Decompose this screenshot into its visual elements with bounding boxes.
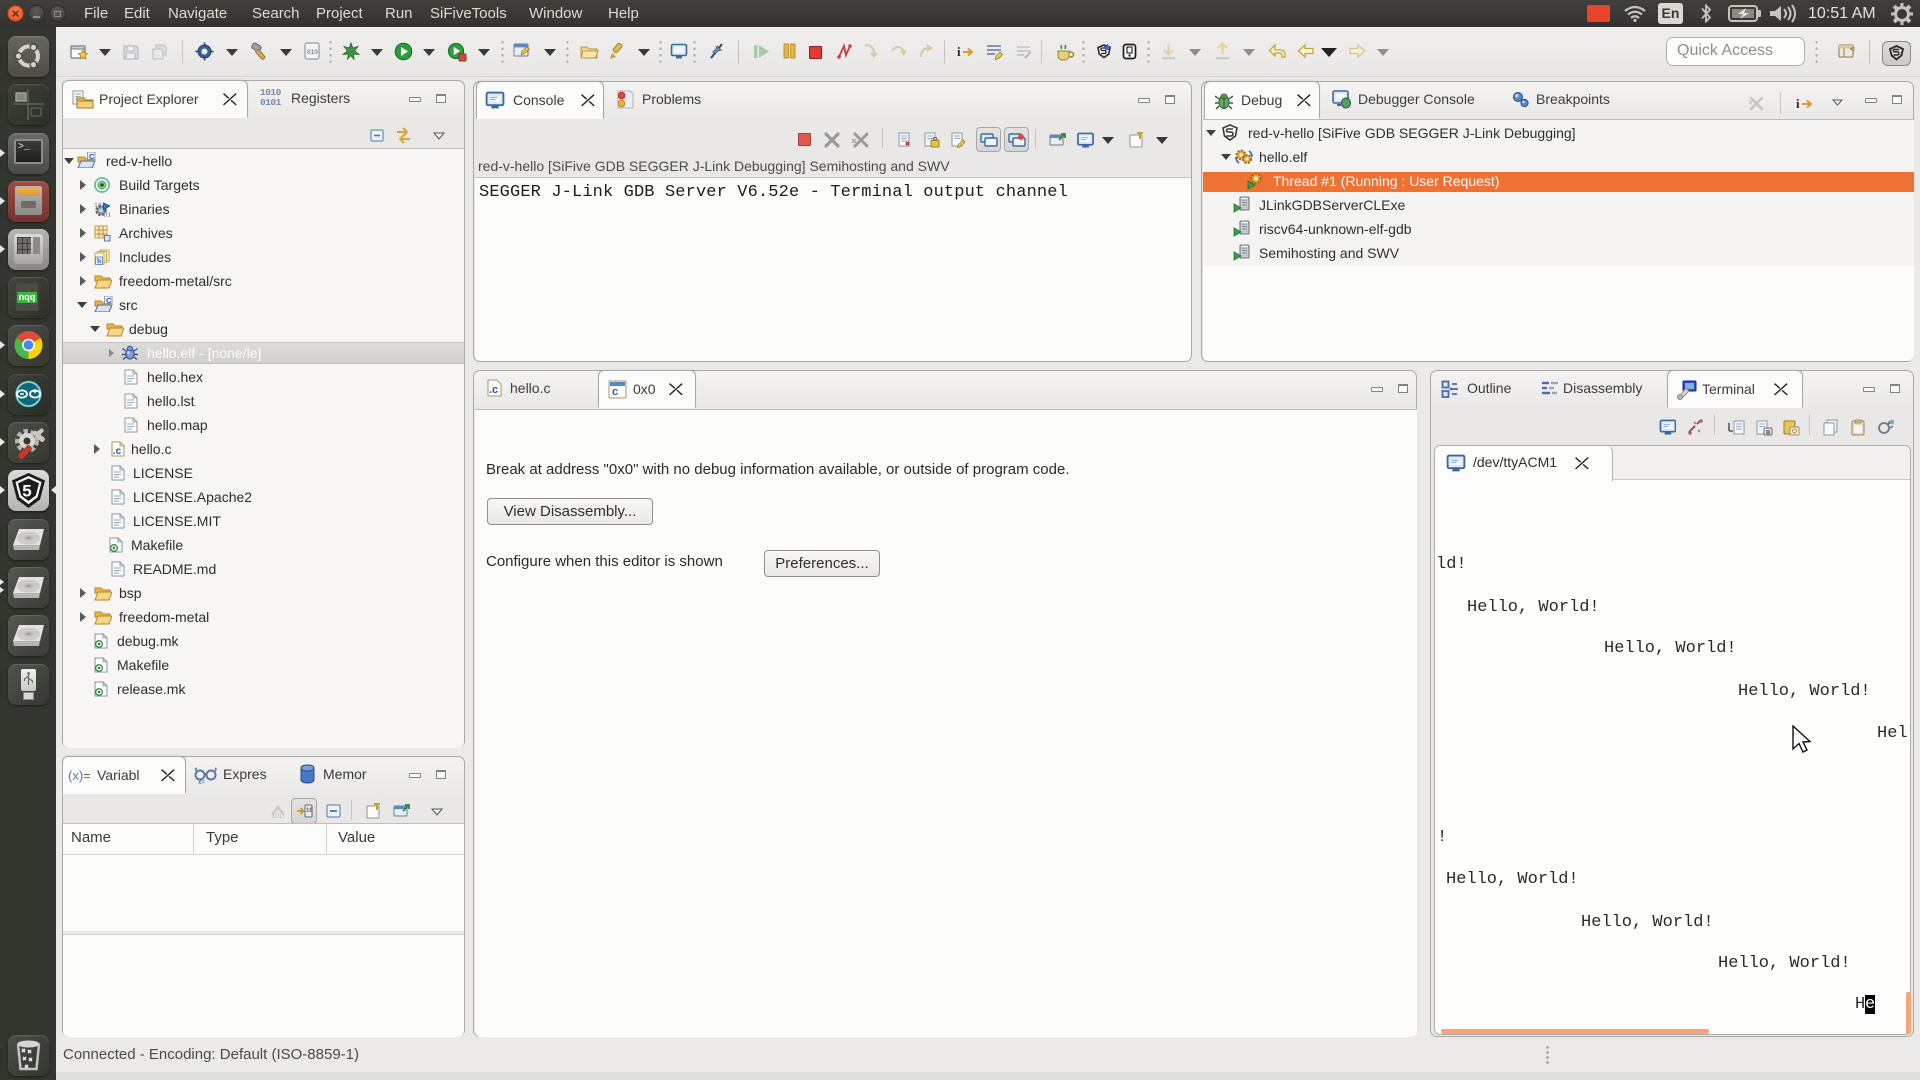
svg-text:i: i <box>957 44 961 59</box>
svg-text:5: 5 <box>22 482 31 501</box>
svg-text:x=: x= <box>198 780 205 785</box>
svg-text:101: 101 <box>272 814 283 819</box>
svg-text:.c: .c <box>489 384 498 396</box>
svg-text:010: 010 <box>307 49 318 56</box>
svg-text:16: 16 <box>306 808 313 814</box>
svg-text:c: c <box>612 386 618 398</box>
svg-text:⊞: ⊞ <box>1766 430 1771 436</box>
svg-text:i: i <box>1796 96 1800 111</box>
